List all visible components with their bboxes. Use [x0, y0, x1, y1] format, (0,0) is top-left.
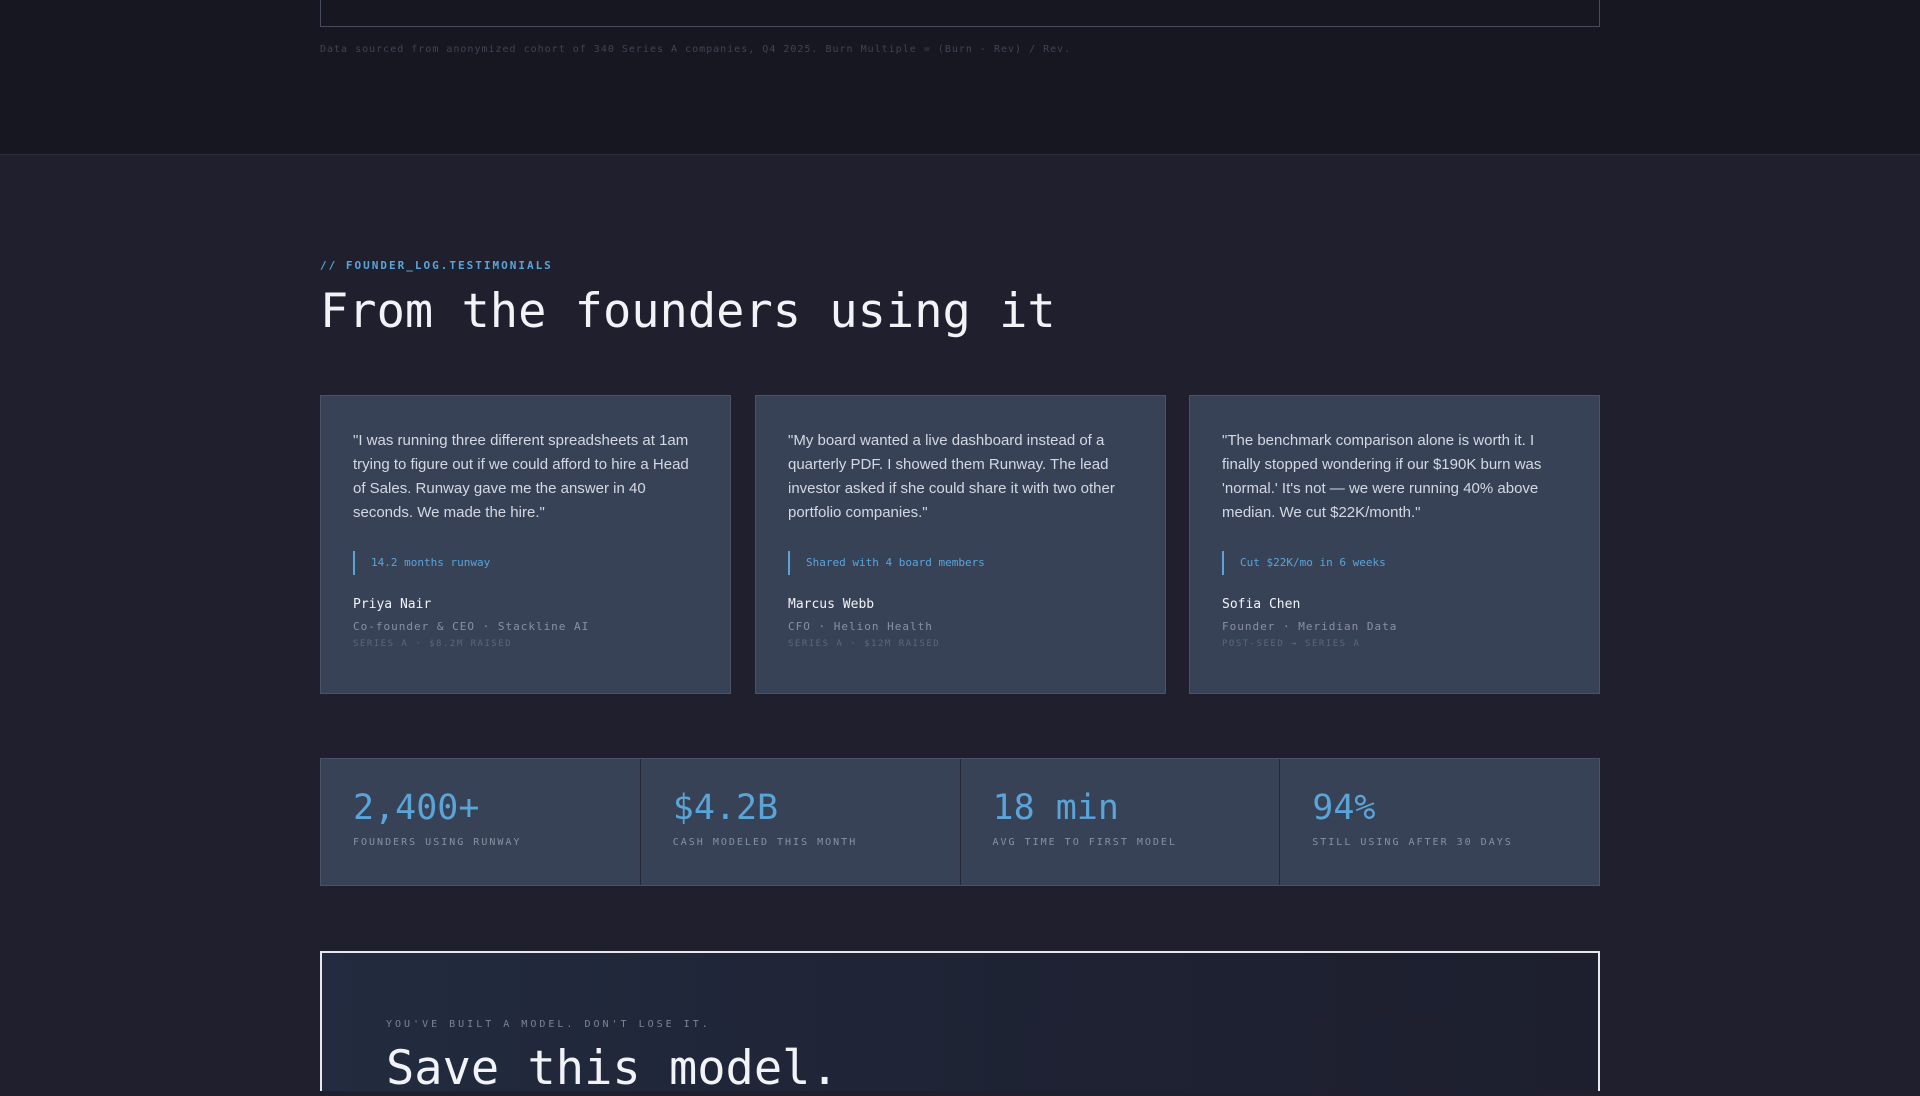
- stat-label: FOUNDERS USING RUNWAY: [353, 837, 522, 848]
- testimonial-quote: "My board wanted a live dashboard instea…: [788, 432, 1115, 521]
- stat-value: $4.2B: [672, 788, 779, 828]
- stat-time-to-model: 18 min AVG TIME TO FIRST MODEL: [961, 759, 1281, 885]
- testimonial-role: Co-founder & CEO · Stackline AI: [353, 620, 590, 633]
- testimonial-metric: Shared with 4 board members: [788, 551, 1133, 575]
- section-eyebrow: // FOUNDER_LOG.TESTIMONIALS: [320, 259, 553, 272]
- benchmark-section: Data sourced from anonymized cohort of 3…: [0, 0, 1920, 155]
- testimonial-author: Priya Nair: [353, 597, 432, 612]
- stat-label: CASH MODELED THIS MONTH: [672, 837, 858, 848]
- stat-retention: 94% STILL USING AFTER 30 DAYS: [1280, 759, 1599, 885]
- testimonial-metric: 14.2 months runway: [353, 551, 698, 575]
- testimonial-role: Founder · Meridian Data: [1222, 620, 1398, 633]
- testimonial-author: Marcus Webb: [788, 597, 875, 612]
- testimonial-cards: "I was running three different spreadshe…: [320, 395, 1600, 694]
- testimonial-metric: Cut $22K/mo in 6 weeks: [1222, 551, 1567, 575]
- testimonial-author: Sofia Chen: [1222, 597, 1301, 612]
- stat-value: 18 min: [992, 788, 1119, 828]
- testimonial-quote: "I was running three different spreadshe…: [353, 432, 689, 521]
- testimonial-funding: POST-SEED → SERIES A: [1222, 639, 1361, 649]
- benchmark-footnote: Data sourced from anonymized cohort of 3…: [320, 44, 1072, 55]
- stat-founders: 2,400+ FOUNDERS USING RUNWAY: [321, 759, 641, 885]
- stat-label: STILL USING AFTER 30 DAYS: [1312, 837, 1513, 848]
- testimonial-card: "The benchmark comparison alone is worth…: [1189, 395, 1600, 694]
- stats-bar: 2,400+ FOUNDERS USING RUNWAY $4.2B CASH …: [320, 758, 1600, 886]
- stat-value: 2,400+: [353, 788, 480, 828]
- section-title: From the founders using it: [320, 284, 1056, 339]
- stat-label: AVG TIME TO FIRST MODEL: [992, 837, 1177, 848]
- testimonial-funding: SERIES A · $12M RAISED: [788, 639, 941, 649]
- testimonial-role: CFO · Helion Health: [788, 620, 933, 633]
- save-model-cta: YOU'VE BUILT A MODEL. DON'T LOSE IT. Sav…: [320, 951, 1600, 1096]
- benchmark-table-frame: [320, 0, 1600, 27]
- stat-cash-modeled: $4.2B CASH MODELED THIS MONTH: [641, 759, 961, 885]
- testimonial-funding: SERIES A · $8.2M RAISED: [353, 639, 513, 649]
- testimonial-card: "I was running three different spreadshe…: [320, 395, 731, 694]
- cta-eyebrow: YOU'VE BUILT A MODEL. DON'T LOSE IT.: [386, 1019, 711, 1030]
- cta-title: Save this model.: [386, 1041, 839, 1096]
- testimonial-card: "My board wanted a live dashboard instea…: [755, 395, 1166, 694]
- testimonial-quote: "The benchmark comparison alone is worth…: [1222, 432, 1542, 521]
- stat-value: 94%: [1312, 788, 1376, 828]
